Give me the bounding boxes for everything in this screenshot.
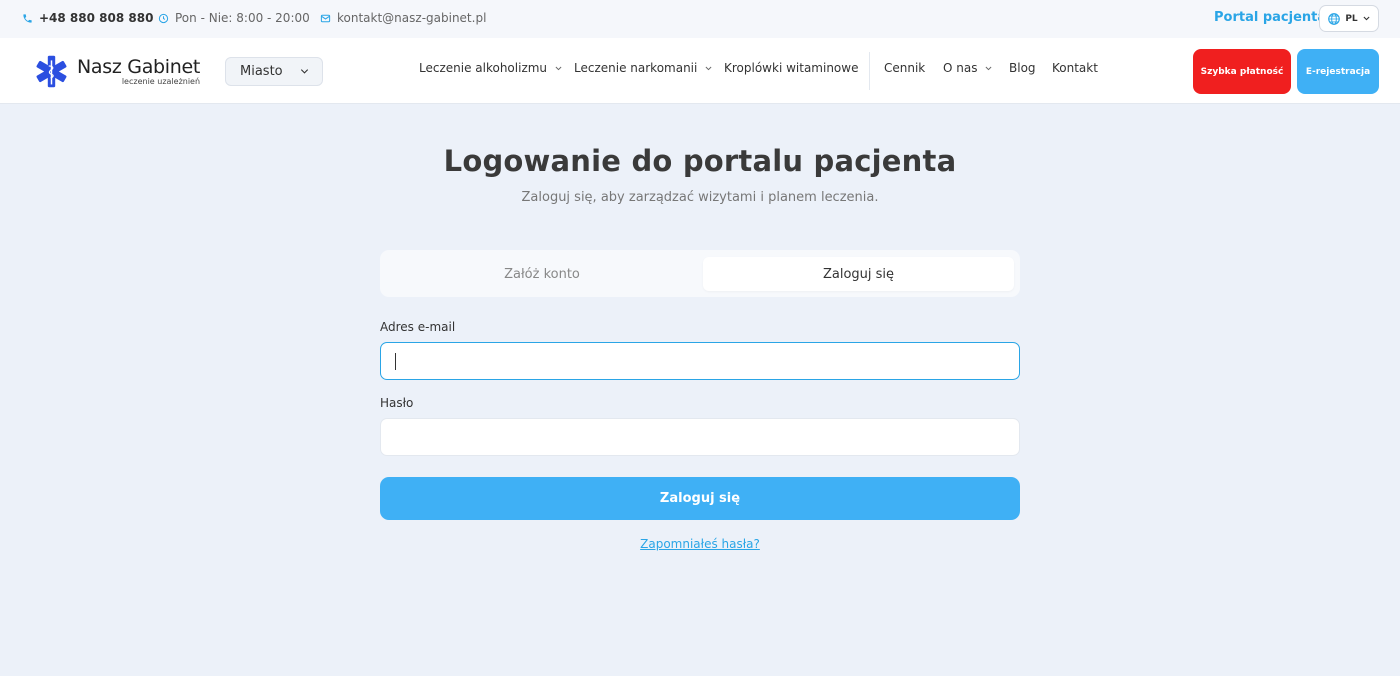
chevron-down-icon xyxy=(300,69,309,74)
nav-item-about[interactable]: O nas xyxy=(943,61,993,75)
city-select-value: Miasto xyxy=(240,64,283,79)
clock-icon xyxy=(158,13,169,23)
star-of-life-icon xyxy=(36,55,67,88)
nav-item-label: Kontakt xyxy=(1052,61,1098,75)
nav-item-alcohol[interactable]: Leczenie alkoholizmu xyxy=(419,61,563,75)
logo-text: Nasz Gabinet leczenie uzależnień xyxy=(77,57,200,86)
auth-tabs: Załóż konto Zaloguj się xyxy=(380,250,1020,297)
quick-payment-button[interactable]: Szybka płatność xyxy=(1193,49,1291,94)
hours-text: Pon - Nie: 8:00 - 20:00 xyxy=(175,11,310,25)
password-field[interactable] xyxy=(380,418,1020,456)
password-label: Hasło xyxy=(380,396,414,410)
language-switcher[interactable]: PL xyxy=(1319,5,1379,32)
nav-item-vitamins[interactable]: Kroplówki witaminowe xyxy=(724,61,858,75)
nav-item-label: Blog xyxy=(1009,61,1036,75)
email-address: kontakt@nasz-gabinet.pl xyxy=(337,11,487,25)
language-code: PL xyxy=(1345,13,1358,24)
phone-icon xyxy=(23,13,32,23)
nav-item-label: Cennik xyxy=(884,61,926,75)
email-field[interactable] xyxy=(380,342,1020,380)
tab-login[interactable]: Zaloguj się xyxy=(703,257,1014,291)
nav-item-contact[interactable]: Kontakt xyxy=(1052,61,1098,75)
top-info-bar: +48 880 808 880 Pon - Nie: 8:00 - 20:00 … xyxy=(0,0,1400,38)
nav-divider xyxy=(869,52,870,90)
chevron-down-icon xyxy=(705,66,712,70)
logo-title: Nasz Gabinet xyxy=(77,56,201,78)
opening-hours: Pon - Nie: 8:00 - 20:00 xyxy=(158,11,310,25)
nav-item-label: Leczenie narkomanii xyxy=(574,61,698,75)
city-select[interactable]: Miasto xyxy=(225,57,323,86)
nav-item-drugs[interactable]: Leczenie narkomanii xyxy=(574,61,713,75)
patient-portal-link[interactable]: Portal pacjenta xyxy=(1214,10,1326,25)
phone-number: +48 880 808 880 xyxy=(39,11,154,25)
email-contact[interactable]: kontakt@nasz-gabinet.pl xyxy=(320,11,486,25)
page-subtitle: Zaloguj się, aby zarządzać wizytami i pl… xyxy=(521,190,879,205)
chevron-down-icon xyxy=(986,66,992,70)
mail-icon xyxy=(320,14,331,22)
globe-icon xyxy=(1328,12,1341,25)
login-submit-button[interactable]: Zaloguj się xyxy=(380,477,1020,520)
logo-subtitle: leczenie uzależnień xyxy=(121,77,201,86)
page-title: Logowanie do portalu pacjenta xyxy=(443,144,957,178)
nav-item-label: Kroplówki witaminowe xyxy=(724,61,859,75)
site-logo[interactable]: Nasz Gabinet leczenie uzależnień xyxy=(33,53,200,90)
forgot-password-link[interactable]: Zapomniałeś hasła? xyxy=(0,537,1400,551)
phone-contact[interactable]: +48 880 808 880 xyxy=(22,11,153,25)
e-registration-button[interactable]: E-rejestracja xyxy=(1297,49,1379,94)
nav-item-pricing[interactable]: Cennik xyxy=(884,61,925,75)
email-label: Adres e-mail xyxy=(380,320,456,334)
tab-register[interactable]: Załóż konto xyxy=(387,257,697,291)
nav-item-label: O nas xyxy=(943,61,978,75)
chevron-down-icon xyxy=(1363,16,1370,21)
main-header: Nasz Gabinet leczenie uzależnień Miasto … xyxy=(0,38,1400,104)
text-caret xyxy=(395,353,396,370)
nav-item-blog[interactable]: Blog xyxy=(1009,61,1036,75)
chevron-down-icon xyxy=(555,66,562,70)
nav-item-label: Leczenie alkoholizmu xyxy=(419,61,548,75)
